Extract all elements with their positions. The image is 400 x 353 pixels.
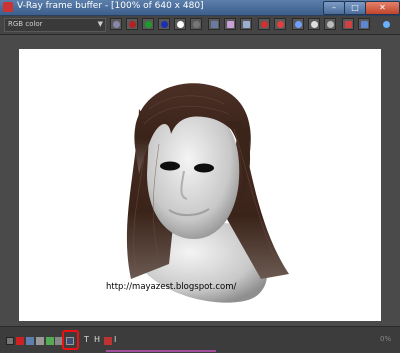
chevron-down-icon: ▼ [97,20,103,28]
render-icon[interactable] [292,18,304,30]
lens-effects-icon[interactable] [46,337,54,345]
watermark-text: http://mayazest.blogspot.com/ [106,282,236,292]
duplicate-icon[interactable] [240,18,252,30]
status-bar: T H I 0% [0,326,400,353]
i-label: I [114,335,117,344]
close-button[interactable]: ✕ [365,1,400,15]
red-channel-icon[interactable] [126,18,138,30]
blue-channel-icon[interactable] [158,18,170,30]
last-render-icon[interactable] [274,18,286,30]
alpha-channel-icon[interactable] [174,18,186,30]
h-label: H [94,335,101,344]
head-render: http://mayazest.blogspot.com/ [106,83,289,303]
pan-icon[interactable] [324,18,336,30]
vray-app-icon [3,2,13,12]
zoom-readout: 0% [380,335,392,343]
frame-buffer-viewport[interactable]: http://mayazest.blogspot.com/ [0,35,400,326]
rendered-image: http://mayazest.blogspot.com/ [19,49,381,321]
minimize-button[interactable]: – [323,1,345,15]
save-image-icon[interactable] [110,18,122,30]
color-icon[interactable] [358,18,370,30]
maximize-button[interactable]: □ [344,1,366,15]
red-icon[interactable] [104,337,112,345]
history-icon[interactable] [26,337,34,345]
window-title: V-Ray frame buffer - [100% of 640 x 480] [17,1,204,11]
red-marker-icon[interactable] [16,337,24,345]
track-mouse-icon[interactable] [308,18,320,30]
save-icon[interactable] [208,18,220,30]
help-icon[interactable] [380,18,392,30]
toolbar: RGB color ▼ [0,16,400,35]
highlight-box [62,330,79,350]
region-render-icon[interactable] [258,18,270,30]
t-label: T [84,335,89,344]
monochrome-icon[interactable] [190,18,202,30]
green-channel-icon[interactable] [142,18,154,30]
mark-region-icon[interactable] [342,18,354,30]
pixel-info-icon[interactable] [6,337,14,345]
levels-icon[interactable] [36,337,44,345]
clear-image-icon[interactable] [224,18,236,30]
channel-select[interactable]: RGB color ▼ [4,18,106,32]
title-bar: V-Ray frame buffer - [100% of 640 x 480]… [0,0,400,16]
channel-select-value: RGB color [8,20,43,28]
